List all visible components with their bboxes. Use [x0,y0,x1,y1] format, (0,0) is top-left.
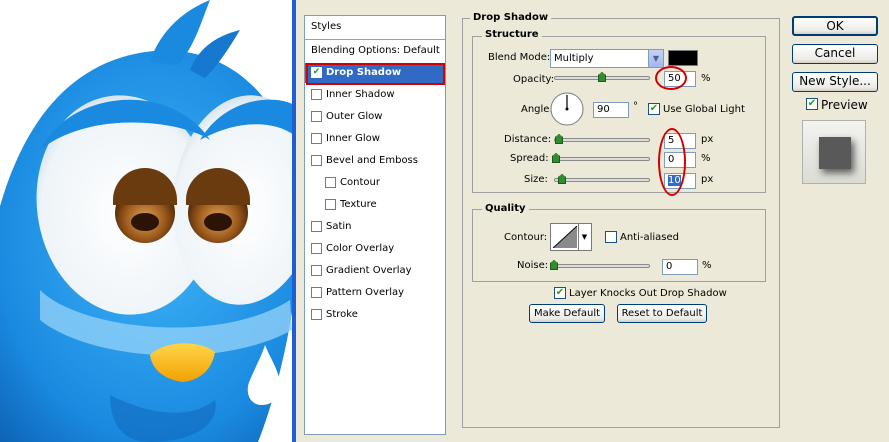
style-item-label: Pattern Overlay [326,287,405,298]
style-item-checkbox[interactable] [325,177,336,188]
cancel-button[interactable]: Cancel [792,44,878,64]
style-item-label: Blending Options: Default [311,45,440,56]
style-item-contour[interactable]: Contour [305,173,445,193]
structure-title: Structure [482,29,542,40]
blend-mode-label: Blend Mode: [488,52,551,63]
preview-label: Preview [821,98,868,112]
styles-list-panel: Styles Blending Options: Default ✔ Drop Sh… [304,15,446,435]
angle-dial[interactable] [549,91,585,127]
style-item-stroke[interactable]: Stroke [305,305,445,325]
contour-linear-icon [553,226,577,248]
contour-picker[interactable]: ▼ [550,223,592,251]
style-item-label: Gradient Overlay [326,265,412,276]
style-item-label: Satin [326,221,352,232]
style-item-label: Color Overlay [326,243,395,254]
preview-swatch [819,137,851,169]
noise-unit: % [702,260,712,271]
distance-unit: px [701,134,714,145]
angle-input[interactable]: 90 [593,102,629,118]
spread-slider-track[interactable] [554,157,650,161]
noise-slider-track[interactable] [550,264,650,268]
distance-spread-size-annotation-ellipse [658,128,686,196]
style-item-checkbox[interactable] [311,265,322,276]
style-item-checkbox[interactable] [311,309,322,320]
style-item-label: Stroke [326,309,358,320]
ok-button[interactable]: OK [792,16,878,36]
style-item-checkbox[interactable] [311,133,322,144]
use-global-light-label: Use Global Light [663,104,745,115]
contour-dropdown-arrow-icon[interactable]: ▼ [578,224,590,250]
noise-input[interactable]: 0 [662,259,698,275]
style-item-checkbox[interactable] [311,287,322,298]
style-item-checkbox[interactable] [311,89,322,100]
style-item-label: Contour [340,177,380,188]
style-item-label: Texture [340,199,377,210]
distance-label: Distance: [504,134,552,145]
spread-unit: % [701,153,711,164]
style-item-color-overlay[interactable]: Color Overlay [305,239,445,259]
opacity-annotation-circle [655,66,687,90]
blend-mode-value: Multiply [554,53,594,64]
angle-unit: ° [633,101,638,112]
style-item-satin[interactable]: Satin [305,217,445,237]
use-global-light-checkbox[interactable]: ✔ [648,103,660,115]
style-item-inner-glow[interactable]: Inner Glow [305,129,445,149]
distance-slider-track[interactable] [554,138,650,142]
layer-knocks-out-checkbox[interactable]: ✔ [554,287,566,299]
shadow-color-swatch[interactable] [668,50,698,66]
style-item-label: Inner Shadow [326,89,395,100]
preview-checkbox[interactable]: ✔ [806,98,818,110]
style-item-bevel-and-emboss[interactable]: Bevel and Emboss [305,151,445,171]
anti-aliased-checkbox[interactable] [605,231,617,243]
new-style-button[interactable]: New Style... [792,72,878,92]
size-unit: px [701,174,714,185]
style-item-checkbox[interactable] [325,199,336,210]
style-item-pattern-overlay[interactable]: Pattern Overlay [305,283,445,303]
chevron-down-icon[interactable]: ▼ [648,50,663,67]
opacity-unit: % [701,73,711,84]
style-item-gradient-overlay[interactable]: Gradient Overlay [305,261,445,281]
reset-to-default-button[interactable]: Reset to Default [617,304,707,323]
quality-group [472,209,766,282]
style-item-outer-glow[interactable]: Outer Glow [305,107,445,127]
layer-style-dialog: Styles Blending Options: Default ✔ Drop Sh… [292,0,889,442]
styles-list-header: Styles [305,16,445,40]
preview-thumbnail [802,120,866,184]
style-item-label: Bevel and Emboss [326,155,418,166]
style-item-checkbox[interactable] [311,155,322,166]
style-item-checkbox[interactable] [311,111,322,122]
anti-aliased-label: Anti-aliased [620,232,680,243]
drop-shadow-title: Drop Shadow [470,12,552,23]
opacity-label: Opacity: [513,74,555,85]
size-label: Size: [524,174,548,185]
make-default-button[interactable]: Make Default [529,304,605,323]
style-item-inner-shadow[interactable]: Inner Shadow [305,85,445,105]
style-item-label: Inner Glow [326,133,380,144]
style-item-blending-options-default[interactable]: Blending Options: Default [305,41,445,61]
style-item-label: Outer Glow [326,111,383,122]
noise-label: Noise: [517,260,549,271]
quality-title: Quality [482,203,529,214]
size-slider-track[interactable] [554,178,650,182]
drop-shadow-annotation-highlight [306,63,445,85]
style-item-checkbox[interactable] [311,243,322,254]
style-item-texture[interactable]: Texture [305,195,445,215]
spread-label: Spread: [510,153,549,164]
layer-knocks-out-label: Layer Knocks Out Drop Shadow [569,288,727,299]
style-item-checkbox[interactable] [311,221,322,232]
contour-label: Contour: [504,232,548,243]
blend-mode-select[interactable]: Multiply ▼ [550,49,664,68]
bird-mascot-illustration [0,0,292,442]
